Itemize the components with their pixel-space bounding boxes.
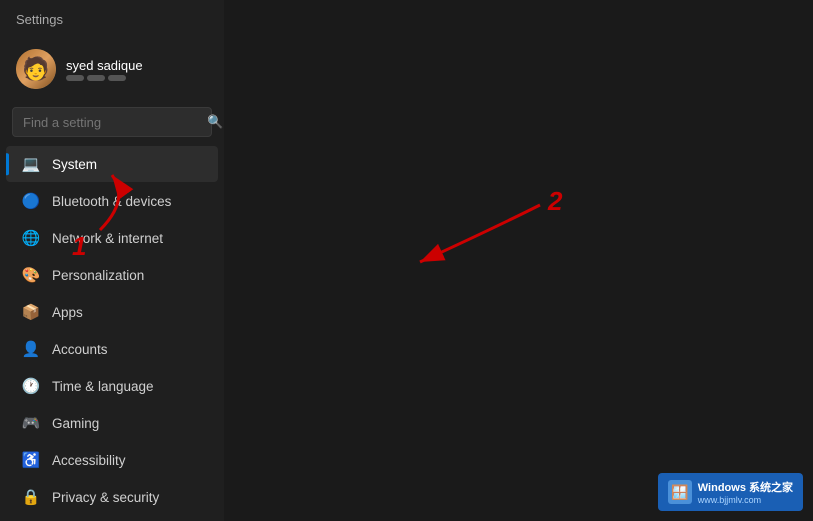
watermark: 🪟 Windows 系统之家 www.bjjmlv.com: [658, 473, 803, 511]
sidebar-item-time[interactable]: 🕐 Time & language: [6, 368, 218, 404]
sidebar-header: Settings: [0, 0, 224, 39]
user-profile[interactable]: 🧑 syed sadique: [0, 39, 224, 99]
search-icon: 🔍: [207, 114, 223, 130]
avatar: 🧑: [16, 49, 56, 89]
sidebar-item-bluetooth-label: Bluetooth & devices: [52, 194, 171, 209]
sidebar-item-system-label: System: [52, 157, 97, 172]
sidebar-item-privacy[interactable]: 🔒 Privacy & security: [6, 479, 218, 515]
gaming-icon: 🎮: [22, 414, 40, 432]
sidebar-item-accounts-label: Accounts: [52, 342, 108, 357]
sidebar-item-update[interactable]: 🔄 Windows Update: [6, 516, 218, 521]
search-input[interactable]: [23, 115, 199, 130]
sidebar-item-system[interactable]: 💻 System: [6, 146, 218, 182]
user-info: syed sadique: [66, 58, 143, 81]
system-icon: 💻: [22, 155, 40, 173]
watermark-text: Windows 系统之家: [698, 479, 793, 495]
sidebar-item-privacy-label: Privacy & security: [52, 490, 159, 505]
accessibility-icon: ♿: [22, 451, 40, 469]
accounts-icon: 👤: [22, 340, 40, 358]
network-icon: 🌐: [22, 229, 40, 247]
svg-text:2: 2: [547, 186, 563, 216]
nav-items: 💻 System 🔵 Bluetooth & devices 🌐 Network…: [0, 145, 224, 521]
sidebar-item-gaming[interactable]: 🎮 Gaming: [6, 405, 218, 441]
sidebar-item-apps[interactable]: 📦 Apps: [6, 294, 218, 330]
sidebar-item-gaming-label: Gaming: [52, 416, 99, 431]
search-box[interactable]: 🔍: [12, 107, 212, 137]
user-status-dot3: [108, 75, 126, 81]
sidebar-item-personalization[interactable]: 🎨 Personalization: [6, 257, 218, 293]
sidebar-item-apps-label: Apps: [52, 305, 83, 320]
window-title: Settings: [16, 12, 63, 27]
sidebar-item-time-label: Time & language: [52, 379, 154, 394]
time-icon: 🕐: [22, 377, 40, 395]
sidebar-item-network-label: Network & internet: [52, 231, 163, 246]
personalization-icon: 🎨: [22, 266, 40, 284]
user-status-dot2: [87, 75, 105, 81]
sidebar-item-accessibility-label: Accessibility: [52, 453, 126, 468]
privacy-icon: 🔒: [22, 488, 40, 506]
sidebar-item-accounts[interactable]: 👤 Accounts: [6, 331, 218, 367]
sidebar-item-network[interactable]: 🌐 Network & internet: [6, 220, 218, 256]
bluetooth-icon: 🔵: [22, 192, 40, 210]
watermark-icon: 🪟: [668, 480, 692, 504]
user-name: syed sadique: [66, 58, 143, 73]
sidebar: Settings 🧑 syed sadique 🔍 �: [0, 0, 224, 521]
sidebar-item-personalization-label: Personalization: [52, 268, 144, 283]
sidebar-item-bluetooth[interactable]: 🔵 Bluetooth & devices: [6, 183, 218, 219]
sidebar-item-accessibility[interactable]: ♿ Accessibility: [6, 442, 218, 478]
apps-icon: 📦: [22, 303, 40, 321]
watermark-url: www.bjjmlv.com: [698, 495, 793, 505]
user-status-dot: [66, 75, 84, 81]
